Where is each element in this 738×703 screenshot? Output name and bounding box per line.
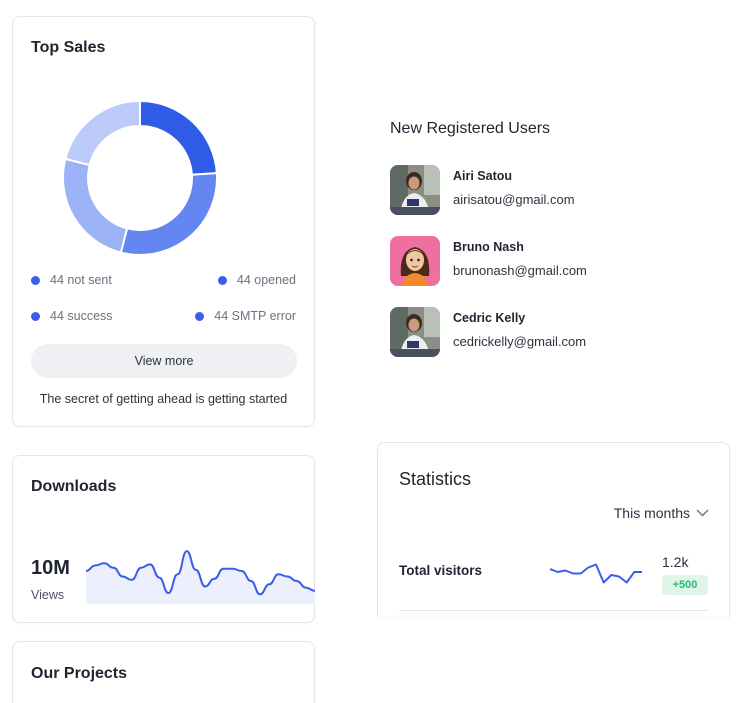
top-sales-card: Top Sales 44 not sent 44 opened 44 succe… — [12, 16, 315, 427]
visitors-sparkline — [550, 563, 642, 584]
downloads-card: Downloads 10M Views — [12, 455, 315, 623]
downloads-label: Views — [31, 588, 65, 602]
user-email: cedrickelly@gmail.com — [453, 334, 587, 349]
user-row[interactable]: Bruno Nash brunonash@gmail.com — [390, 236, 720, 286]
legend-opened: 44 opened — [217, 273, 296, 287]
period-label: This months — [613, 505, 690, 521]
legend-label: 44 success — [50, 309, 113, 323]
total-visitors-label: Total visitors — [399, 563, 483, 578]
avatar — [390, 307, 440, 357]
donut-segment — [62, 157, 129, 254]
new-users-title: New Registered Users — [390, 120, 551, 137]
legend-label: 44 opened — [236, 273, 296, 287]
donut-segment — [64, 99, 141, 167]
new-users-section: New Registered Users Airi Satou airisato… — [390, 120, 720, 357]
user-email: airisatou@gmail.com — [453, 192, 575, 207]
divider — [399, 610, 708, 611]
dot-icon — [195, 311, 205, 321]
legend-smtp-error: 44 SMTP error — [195, 309, 296, 323]
view-more-button[interactable]: View more — [31, 344, 297, 378]
donut-segment — [139, 99, 218, 176]
downloads-sparkline — [86, 550, 315, 604]
statistics-card: Statistics This months Total visitors 1.… — [377, 442, 730, 617]
avatar — [390, 236, 440, 286]
legend-label: 44 SMTP error — [214, 309, 296, 323]
user-row[interactable]: Cedric Kelly cedrickelly@gmail.com — [390, 307, 720, 357]
projects-card: Our Projects — [12, 641, 315, 703]
user-email: brunonash@gmail.com — [453, 263, 587, 278]
chevron-down-icon — [696, 509, 709, 517]
motivational-quote: The secret of getting ahead is getting s… — [39, 392, 288, 406]
user-name: Cedric Kelly — [453, 311, 526, 325]
legend-success: 44 success — [31, 309, 113, 323]
top-sales-title: Top Sales — [31, 39, 106, 56]
visitors-change-badge: +500 — [662, 575, 708, 595]
user-name: Bruno Nash — [453, 240, 524, 254]
dot-icon — [31, 275, 40, 285]
dot-icon — [31, 311, 40, 321]
legend-label: 44 not sent — [50, 273, 112, 287]
user-row[interactable]: Airi Satou airisatou@gmail.com — [390, 165, 720, 215]
avatar — [390, 165, 440, 215]
dot-icon — [217, 275, 227, 285]
downloads-value: 10M — [31, 557, 70, 579]
donut-segment — [119, 172, 218, 256]
downloads-title: Downloads — [31, 478, 117, 495]
sales-donut-chart — [62, 99, 218, 256]
total-visitors-value: 1.2k — [662, 554, 689, 570]
statistics-title: Statistics — [399, 469, 472, 489]
projects-title: Our Projects — [31, 665, 128, 682]
legend-not-sent: 44 not sent — [31, 273, 112, 287]
user-name: Airi Satou — [453, 169, 513, 183]
sparkline-line — [550, 563, 642, 584]
period-select[interactable]: This months — [614, 505, 709, 521]
